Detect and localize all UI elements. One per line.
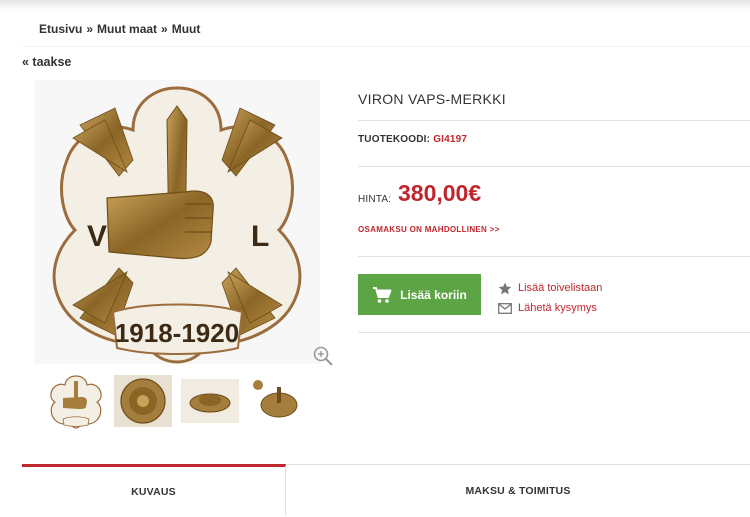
product-title: VIRON VAPS-MERKKI (358, 91, 506, 107)
badge-letter-right: L (251, 220, 269, 253)
back-link[interactable]: « taakse (22, 55, 71, 69)
product-main-image[interactable]: V L 1918-1920 (35, 80, 320, 364)
zoom-icon[interactable] (312, 345, 334, 367)
breadcrumb-other[interactable]: Muut (172, 22, 201, 36)
product-actions: Lisää toivelistaan Lähetä kysymys (498, 278, 602, 318)
tab-description[interactable]: KUVAUS (22, 464, 286, 516)
divider (358, 120, 750, 121)
send-question-link[interactable]: Lähetä kysymys (498, 298, 602, 318)
breadcrumb: Etusivu » Muut maat » Muut (22, 11, 750, 47)
product-code-value: GI4197 (433, 134, 468, 145)
cart-icon (373, 286, 392, 303)
product-code: TUOTEKOODI: GI4197 (358, 134, 467, 145)
price-value: 380,00€ (398, 180, 482, 206)
star-icon (498, 282, 512, 294)
breadcrumb-other-countries[interactable]: Muut maat (97, 22, 157, 36)
badge-letter-left: V (87, 220, 107, 253)
thumbnail-3[interactable] (180, 373, 240, 429)
envelope-icon (498, 302, 512, 314)
breadcrumb-separator: » (86, 21, 94, 36)
wishlist-label: Lisää toivelistaan (518, 282, 603, 294)
breadcrumb-home[interactable]: Etusivu (39, 22, 82, 36)
badge-years: 1918-1920 (115, 318, 239, 348)
badge-image: V L 1918-1920 (52, 86, 302, 364)
product-code-label: TUOTEKOODI: (358, 134, 431, 145)
installment-link[interactable]: OSAMAKSU ON MAHDOLLINEN >> (358, 225, 500, 234)
divider (358, 332, 750, 333)
breadcrumb-separator: » (161, 21, 168, 36)
top-shadow (0, 0, 750, 10)
thumbnail-2[interactable] (113, 373, 173, 429)
thumbnail-1[interactable] (46, 373, 106, 429)
product-tabs: KUVAUS MAKSU & TOIMITUS (22, 464, 750, 516)
divider (358, 166, 750, 167)
thumbnail-4[interactable] (247, 373, 307, 429)
tab-payment-delivery[interactable]: MAKSU & TOIMITUS (286, 465, 750, 517)
divider (358, 256, 750, 257)
add-to-cart-button[interactable]: Lisää koriin (358, 274, 481, 315)
send-question-label: Lähetä kysymys (518, 302, 597, 314)
thumbnail-strip (46, 373, 307, 429)
add-to-cart-label: Lisää koriin (400, 287, 467, 302)
price-label: HINTA: (358, 194, 392, 205)
add-to-wishlist-link[interactable]: Lisää toivelistaan (498, 278, 602, 298)
